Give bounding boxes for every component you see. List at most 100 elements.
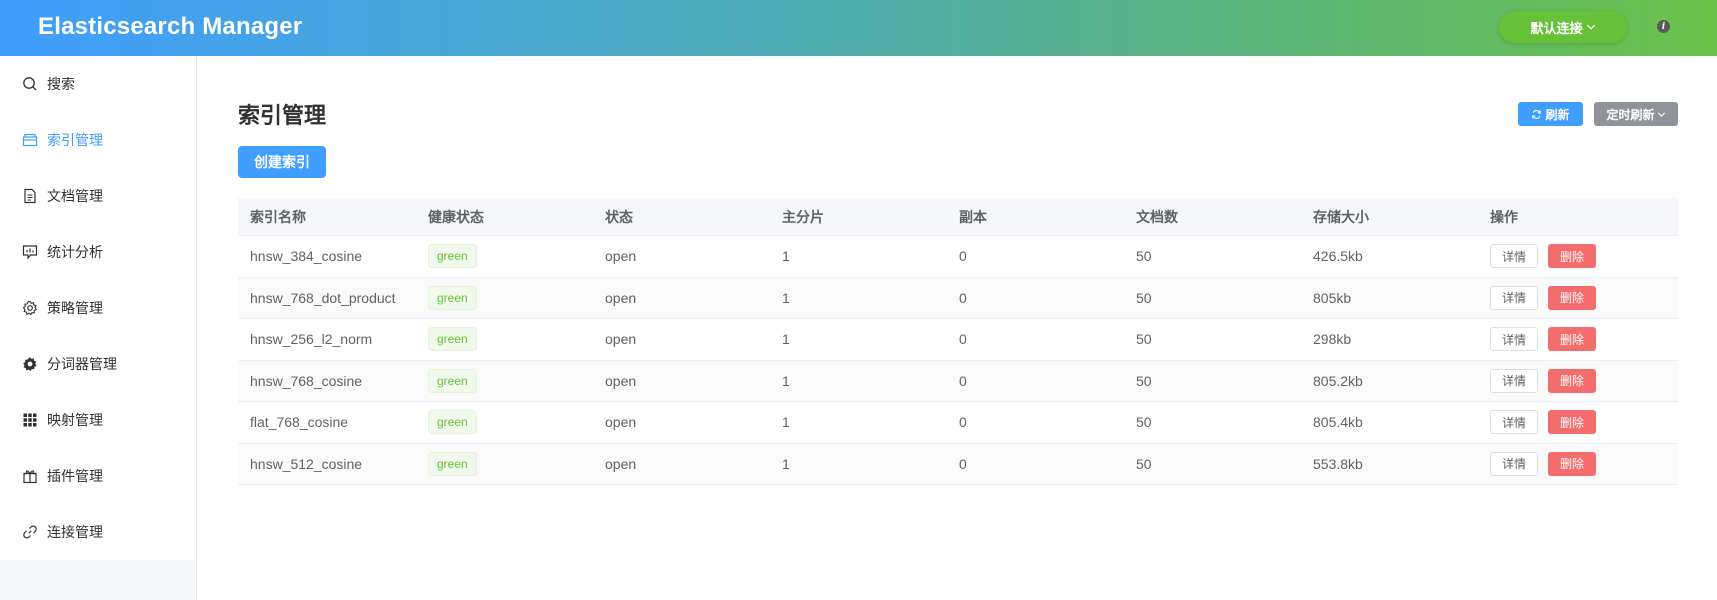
- actions-cell: 详情 删除: [1478, 368, 1678, 393]
- sidebar-item-mapping-management[interactable]: 映射管理: [0, 392, 196, 448]
- health-tag: green: [428, 327, 477, 352]
- status-cell: open: [605, 372, 637, 389]
- app-title: Elasticsearch Manager: [38, 13, 303, 40]
- index-name-cell: flat_768_cosine: [250, 414, 349, 431]
- sidebar-item-label: 插件管理: [47, 468, 103, 484]
- chevron-down-icon: [1657, 112, 1665, 117]
- status-cell: open: [605, 414, 637, 431]
- column-header-primary-shards[interactable]: 主分片: [770, 207, 947, 227]
- store-size-cell: 553.8kb: [1313, 455, 1363, 472]
- store-size-cell: 298kb: [1313, 331, 1352, 348]
- cog-filled-icon: [22, 356, 38, 372]
- doc-count-cell: 50: [1136, 331, 1152, 348]
- health-tag: green: [428, 451, 477, 476]
- detail-button[interactable]: 详情: [1490, 368, 1538, 393]
- sidebar-item-analyzer-management[interactable]: 分词器管理: [0, 336, 196, 392]
- replicas-cell: 0: [959, 455, 967, 472]
- table-row[interactable]: hnsw_768_dot_product green open 1 0 50 8…: [238, 277, 1678, 319]
- doc-count-cell: 50: [1136, 414, 1152, 431]
- primary-shards-cell: 1: [782, 414, 790, 431]
- detail-button[interactable]: 详情: [1490, 327, 1538, 352]
- detail-button[interactable]: 详情: [1490, 451, 1538, 476]
- index-name-cell: hnsw_256_l2_norm: [250, 331, 373, 348]
- doc-count-cell: 50: [1136, 248, 1152, 265]
- column-header-store-size[interactable]: 存储大小: [1301, 207, 1478, 227]
- column-header-status[interactable]: 状态: [593, 207, 770, 227]
- index-name-cell: hnsw_768_cosine: [250, 372, 363, 389]
- info-icon[interactable]: i: [1657, 20, 1670, 33]
- connection-label: 默认连接: [1530, 20, 1583, 36]
- doc-count-cell: 50: [1136, 455, 1152, 472]
- primary-shards-cell: 1: [782, 331, 790, 348]
- delete-button[interactable]: 删除: [1548, 327, 1596, 352]
- delete-button[interactable]: 删除: [1548, 368, 1596, 393]
- column-header-replicas[interactable]: 副本: [947, 207, 1124, 227]
- store-size-cell: 805.2kb: [1313, 372, 1363, 389]
- detail-button[interactable]: 详情: [1490, 244, 1538, 269]
- column-header-health[interactable]: 健康状态: [416, 207, 593, 227]
- table-row[interactable]: hnsw_256_l2_norm green open 1 0 50 298kb…: [238, 319, 1678, 361]
- store-size-cell: 805kb: [1313, 289, 1352, 306]
- primary-shards-cell: 1: [782, 372, 790, 389]
- box-icon: [22, 132, 38, 148]
- health-cell: green: [416, 327, 593, 352]
- sidebar-item-label: 文档管理: [47, 188, 103, 204]
- store-size-cell: 426.5kb: [1313, 248, 1363, 265]
- delete-button[interactable]: 删除: [1548, 244, 1596, 269]
- table-row[interactable]: hnsw_768_cosine green open 1 0 50 805.2k…: [238, 360, 1678, 402]
- status-cell: open: [605, 455, 637, 472]
- sidebar-item-statistics[interactable]: 统计分析: [0, 224, 196, 280]
- link-icon: [22, 524, 38, 540]
- replicas-cell: 0: [959, 414, 967, 431]
- detail-button[interactable]: 详情: [1490, 410, 1538, 435]
- health-cell: green: [416, 368, 593, 393]
- page-title: 索引管理: [238, 103, 327, 128]
- health-tag: green: [428, 285, 477, 310]
- index-table: 索引名称 健康状态 状态 主分片 副本 文档数 存储大小 操作 hnsw_384…: [238, 198, 1678, 485]
- column-header-index-name[interactable]: 索引名称: [238, 207, 416, 227]
- replicas-cell: 0: [959, 372, 967, 389]
- sidebar-item-policy-management[interactable]: 策略管理: [0, 280, 196, 336]
- delete-button[interactable]: 删除: [1548, 451, 1596, 476]
- actions-cell: 详情 删除: [1478, 244, 1678, 269]
- doc-count-cell: 50: [1136, 289, 1152, 306]
- actions-cell: 详情 删除: [1478, 327, 1678, 352]
- delete-button[interactable]: 删除: [1548, 285, 1596, 310]
- sidebar-item-connection-management[interactable]: 连接管理: [0, 504, 196, 560]
- auto-refresh-label: 定时刷新: [1606, 107, 1655, 122]
- health-tag: green: [428, 410, 477, 435]
- sidebar-item-label: 统计分析: [47, 244, 103, 260]
- health-tag: green: [428, 368, 477, 393]
- search-icon: [22, 76, 38, 92]
- refresh-icon: [1532, 109, 1542, 119]
- primary-shards-cell: 1: [782, 289, 790, 306]
- table-row[interactable]: hnsw_384_cosine green open 1 0 50 426.5k…: [238, 236, 1678, 278]
- column-header-actions: 操作: [1490, 208, 1518, 225]
- refresh-label: 刷新: [1545, 107, 1570, 122]
- sidebar: 搜索 索引管理 文档管理 统计分析 策略管理 分词器管理 映射管理 插件管理 连…: [0, 56, 197, 600]
- create-index-button[interactable]: 创建索引: [238, 146, 326, 178]
- main-content: 索引管理 刷新 定时刷新 创建索引 索引名称 健康状态 状态 主分片 副本 文档…: [198, 56, 1717, 600]
- health-tag: green: [428, 244, 477, 269]
- sidebar-item-document-management[interactable]: 文档管理: [0, 168, 196, 224]
- doc-count-cell: 50: [1136, 372, 1152, 389]
- sidebar-item-search[interactable]: 搜索: [0, 56, 196, 112]
- table-row[interactable]: hnsw_512_cosine green open 1 0 50 553.8k…: [238, 443, 1678, 485]
- sidebar-item-label: 映射管理: [47, 412, 103, 428]
- table-row[interactable]: flat_768_cosine green open 1 0 50 805.4k…: [238, 402, 1678, 444]
- sidebar-item-plugin-management[interactable]: 插件管理: [0, 448, 196, 504]
- sidebar-item-label: 搜索: [47, 76, 75, 92]
- delete-button[interactable]: 删除: [1548, 410, 1596, 435]
- primary-shards-cell: 1: [782, 455, 790, 472]
- index-name-cell: hnsw_384_cosine: [250, 248, 363, 265]
- sidebar-item-index-management[interactable]: 索引管理: [0, 112, 196, 168]
- detail-button[interactable]: 详情: [1490, 285, 1538, 310]
- status-cell: open: [605, 248, 637, 265]
- replicas-cell: 0: [959, 248, 967, 265]
- auto-refresh-dropdown-button[interactable]: 定时刷新: [1594, 102, 1678, 126]
- connection-dropdown-button[interactable]: 默认连接: [1499, 11, 1627, 43]
- actions-cell: 详情 删除: [1478, 285, 1678, 310]
- column-header-doc-count[interactable]: 文档数: [1124, 207, 1301, 227]
- sidebar-item-label: 策略管理: [47, 300, 103, 316]
- refresh-button[interactable]: 刷新: [1518, 102, 1583, 126]
